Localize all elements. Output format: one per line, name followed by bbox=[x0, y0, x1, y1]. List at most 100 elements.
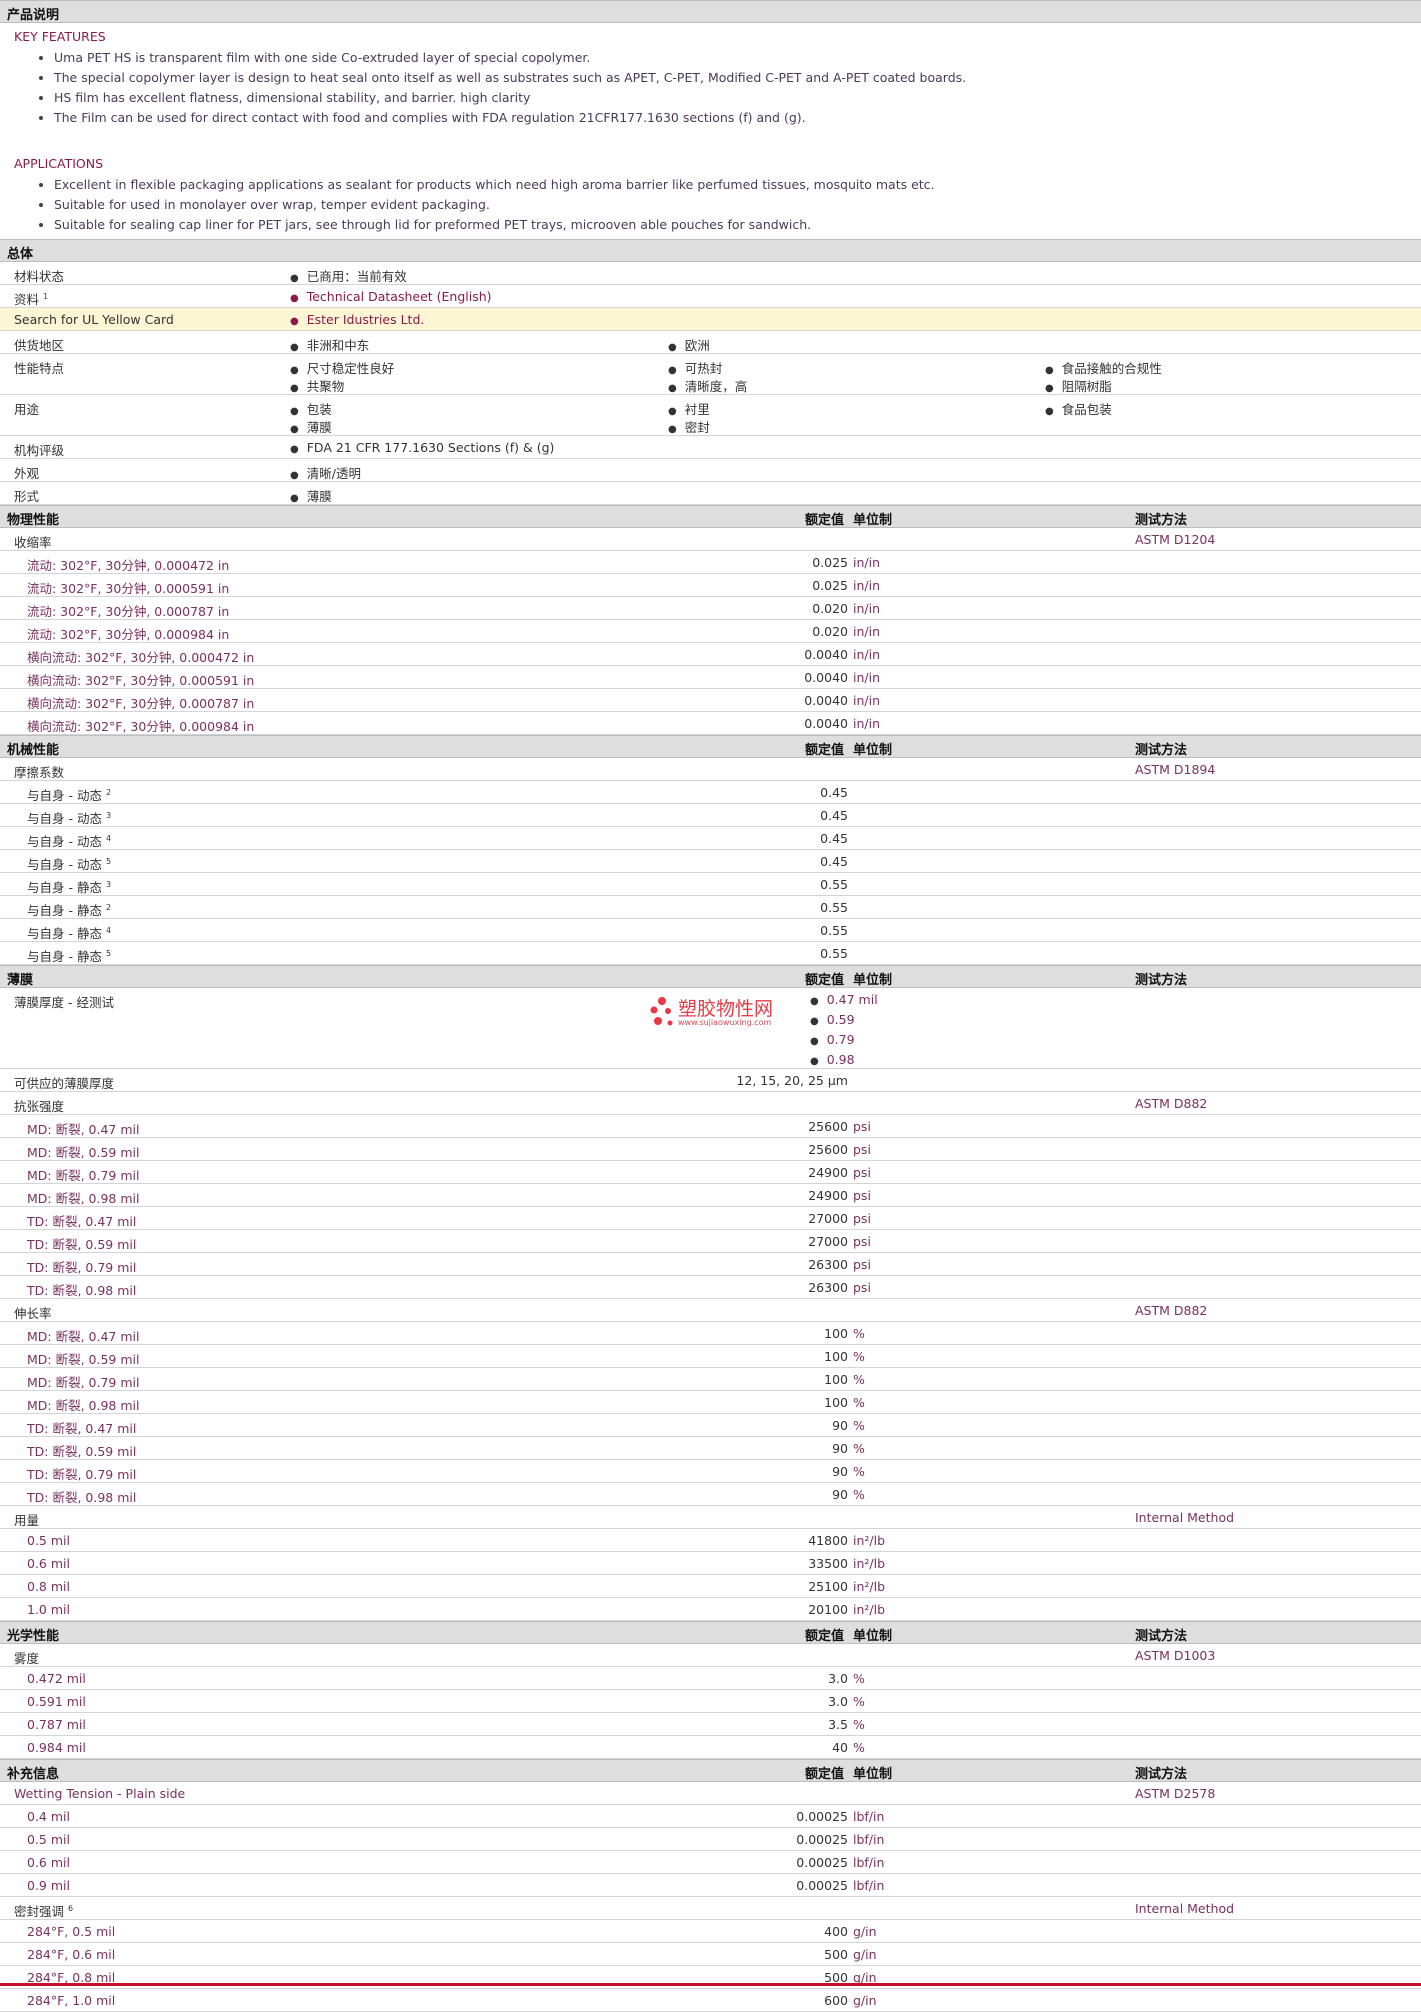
row-label: 横向流动: 302°F, 30分钟, 0.000787 in bbox=[27, 696, 255, 711]
row-value: 26300 bbox=[808, 1280, 848, 1295]
property-label: 密封强调 6 bbox=[14, 1903, 74, 1919]
agency-rating-row: 机构评级 FDA 21 CFR 177.1630 Sections (f) & … bbox=[0, 436, 1421, 459]
mechanical-rows: 与自身 - 动态 2 0.45 与自身 - 动态 3 0.45 与自身 - 动态 4 0.… bbox=[0, 781, 1421, 965]
row-unit: in/in bbox=[853, 624, 881, 639]
ester-industries-link[interactable]: Ester Idustries Ltd. bbox=[290, 312, 425, 327]
product-description-block: KEY FEATURES Uma PET HS is transparent f… bbox=[0, 23, 1421, 239]
row-unit: psi bbox=[853, 1119, 871, 1134]
row-value: 0.55 bbox=[820, 923, 848, 938]
table-row: MD: 断裂, 0.98 mil 24900 psi bbox=[0, 1184, 1421, 1207]
list-item: Excellent in flexible packaging applicat… bbox=[54, 175, 1421, 195]
section-title: 总体 bbox=[7, 247, 34, 262]
agency-rating-value: FDA 21 CFR 177.1630 Sections (f) & (g) bbox=[290, 440, 555, 455]
row-unit: in²/lb bbox=[853, 1533, 886, 1548]
section-header-film: 薄膜 额定值 单位制 测试方法 bbox=[0, 965, 1421, 988]
row-unit: % bbox=[853, 1671, 865, 1686]
row-unit: lbf/in bbox=[853, 1809, 885, 1824]
row-value: 40 bbox=[832, 1740, 848, 1755]
table-row: 流动: 302°F, 30分钟, 0.000472 in 0.025 in/in bbox=[0, 551, 1421, 574]
row-unit: % bbox=[853, 1464, 865, 1479]
row-label: MD: 断裂, 0.98 mil bbox=[27, 1191, 140, 1206]
row-value: 25600 bbox=[808, 1119, 848, 1134]
property-group-row: 密封强调 6 Internal Method bbox=[0, 1897, 1421, 1920]
table-row: 与自身 - 动态 3 0.45 bbox=[0, 804, 1421, 827]
table-row: 0.984 mil 40% bbox=[0, 1736, 1421, 1759]
row-label: 流动: 302°F, 30分钟, 0.000591 in bbox=[27, 581, 230, 596]
table-row: 284°F, 0.5 mil 400 g/in bbox=[0, 1920, 1421, 1943]
row-label: TD: 断裂, 0.59 mil bbox=[27, 1237, 137, 1252]
row-label: 与自身 - 静态 5 bbox=[27, 948, 112, 964]
test-method: ASTM D2578 bbox=[1135, 1786, 1216, 1801]
thickness-value: 0.79 bbox=[810, 1032, 855, 1047]
table-row: 284°F, 0.6 mil 500 g/in bbox=[0, 1943, 1421, 1966]
property-label: Wetting Tension - Plain side bbox=[14, 1786, 186, 1801]
row-label: 0.5 mil bbox=[27, 1533, 70, 1548]
col-header-nominal: 额定值 bbox=[805, 1767, 845, 1782]
row-label: MD: 断裂, 0.59 mil bbox=[27, 1145, 140, 1160]
table-row: TD: 断裂, 0.79 mil 90% bbox=[0, 1460, 1421, 1483]
table-row: 0.4 mil 0.00025 lbf/in bbox=[0, 1805, 1421, 1828]
row-value: 0.020 bbox=[812, 624, 848, 639]
applications-list: Excellent in flexible packaging applicat… bbox=[14, 175, 1421, 235]
haze-rows: 0.472 mil 3.0% 0.591 mil 3.0% 0.787 mil 3.5% 0… bbox=[0, 1667, 1421, 1759]
row-value: 90 bbox=[832, 1464, 848, 1479]
property-group-row: 用量 Internal Method bbox=[0, 1506, 1421, 1529]
row-label: 形式 bbox=[14, 489, 40, 504]
row-unit: lbf/in bbox=[853, 1855, 885, 1870]
technical-datasheet-link[interactable]: Technical Datasheet (English) bbox=[290, 289, 492, 304]
table-row: 横向流动: 302°F, 30分钟, 0.000472 in 0.0040 in/i… bbox=[0, 643, 1421, 666]
row-label: TD: 断裂, 0.47 mil bbox=[27, 1214, 137, 1229]
ul-yellow-card-link[interactable]: Search for UL Yellow Card bbox=[14, 312, 174, 327]
row-value: 0.00025 bbox=[796, 1878, 848, 1893]
row-value: 0.45 bbox=[820, 785, 848, 800]
property-group-row: 抗张强度 ASTM D882 bbox=[0, 1092, 1421, 1115]
row-unit: g/in bbox=[853, 1993, 877, 2008]
row-value: 90 bbox=[832, 1418, 848, 1433]
col-header-nominal: 额定值 bbox=[805, 743, 845, 758]
row-label: MD: 断裂, 0.47 mil bbox=[27, 1122, 140, 1137]
row-label: 0.6 mil bbox=[27, 1556, 70, 1571]
property-group-row: Wetting Tension - Plain side ASTM D2578 bbox=[0, 1782, 1421, 1805]
row-value: 0.55 bbox=[820, 946, 848, 961]
row-label: 资料 1 bbox=[14, 291, 49, 307]
row-value: 0.0040 bbox=[804, 670, 848, 685]
row-unit: psi bbox=[853, 1234, 871, 1249]
thickness-value: 0.59 bbox=[810, 1012, 855, 1027]
row-value: 0.020 bbox=[812, 601, 848, 616]
table-row: 1.0 mil 20100 in²/lb bbox=[0, 1598, 1421, 1621]
table-row: 与自身 - 动态 2 0.45 bbox=[0, 781, 1421, 804]
key-features-title: KEY FEATURES bbox=[14, 29, 106, 44]
property-group-row: 伸长率 ASTM D882 bbox=[0, 1299, 1421, 1322]
seal-rows: 284°F, 0.5 mil 400 g/in 284°F, 0.6 mil 500 g/… bbox=[0, 1920, 1421, 2012]
row-label: 机构评级 bbox=[14, 443, 65, 458]
property-group-row: 摩擦系数 ASTM D1894 bbox=[0, 758, 1421, 781]
table-row: TD: 断裂, 0.47 mil 27000 psi bbox=[0, 1207, 1421, 1230]
film-thickness-row: 薄膜厚度 - 经测试 塑胶物性网 www.sujiaowuxing.com 0.… bbox=[0, 988, 1421, 1069]
row-value: 0.45 bbox=[820, 808, 848, 823]
section-title: 物理性能 bbox=[7, 513, 60, 528]
row-label: 0.5 mil bbox=[27, 1832, 70, 1847]
row-label: MD: 断裂, 0.79 mil bbox=[27, 1168, 140, 1183]
table-row: 横向流动: 302°F, 30分钟, 0.000984 in 0.0040 in/i… bbox=[0, 712, 1421, 735]
row-value: 25100 bbox=[808, 1579, 848, 1594]
table-row: MD: 断裂, 0.79 mil 100% bbox=[0, 1368, 1421, 1391]
row-unit: psi bbox=[853, 1211, 871, 1226]
col-header-method: 测试方法 bbox=[1135, 743, 1188, 758]
form-value: 薄膜 bbox=[290, 486, 332, 505]
section-title: 光学性能 bbox=[7, 1629, 60, 1644]
row-label: 0.984 mil bbox=[27, 1740, 86, 1755]
property-label: 用量 bbox=[14, 1513, 40, 1528]
row-label: 0.472 mil bbox=[27, 1671, 86, 1686]
row-value: 0.0040 bbox=[804, 693, 848, 708]
row-unit: psi bbox=[853, 1142, 871, 1157]
thickness-value: 0.98 bbox=[810, 1052, 855, 1067]
row-label: 性能特点 bbox=[14, 361, 65, 376]
physical-rows: 流动: 302°F, 30分钟, 0.000472 in 0.025 in/in 流动… bbox=[0, 551, 1421, 735]
table-row: MD: 断裂, 0.59 mil 25600 psi bbox=[0, 1138, 1421, 1161]
test-method: ASTM D1204 bbox=[1135, 532, 1216, 547]
list-item: Uma PET HS is transparent film with one … bbox=[54, 48, 1421, 68]
row-label: 0.6 mil bbox=[27, 1855, 70, 1870]
row-label: 供货地区 bbox=[14, 338, 65, 353]
appearance-row: 外观 清晰/透明 bbox=[0, 459, 1421, 482]
section-title: 补充信息 bbox=[7, 1767, 60, 1782]
